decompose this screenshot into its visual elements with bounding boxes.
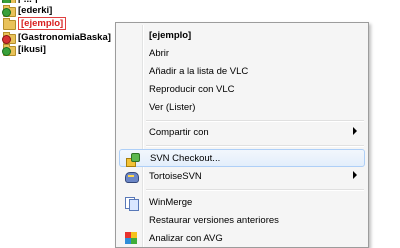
submenu-arrow-icon [353,127,357,135]
menu-item-label: Añadir a la lista de VLC [149,65,249,77]
menu-separator [146,145,364,147]
file-name: [ ... ] [18,0,38,3]
folder-icon [2,17,16,30]
menu-item-label: Reproducir con VLC [149,83,235,95]
menu-item-label: Abrir [149,47,170,59]
menu-item-play-vlc[interactable]: Reproducir con VLC [119,80,365,98]
folder-icon [2,43,16,56]
file-row[interactable]: [GastronomiaBaska] [2,31,111,44]
menu-separator [146,189,364,191]
file-row[interactable]: [ederki] [2,4,53,17]
menu-item-label: WinMerge [149,196,193,208]
menu-item-label: SVN Checkout... [150,152,221,164]
menu-item-tortoisesvn[interactable]: TortoiseSVN [119,167,365,185]
menu-item-label: Analizar con AVG [149,232,223,244]
menu-item-label: Compartir con [149,126,209,138]
file-name: [ikusi] [18,43,46,55]
menu-separator [146,120,364,122]
menu-item-winmerge[interactable]: WinMerge [119,193,365,211]
menu-item-add-vlc-playlist[interactable]: Añadir a la lista de VLC [119,62,365,80]
file-row-selected[interactable]: [ejemplo] [2,16,67,30]
menu-item-share-with[interactable]: Compartir con [119,123,365,141]
menu-item-label: Restaurar versiones anteriores [149,214,279,226]
file-name: [GastronomiaBaska] [18,31,111,43]
folder-icon [2,31,16,44]
file-row-partial[interactable]: [ ... ] [0,0,125,3]
tortoisesvn-icon [124,169,139,183]
file-row[interactable]: [ikusi] [2,43,46,56]
menu-item-restore-previous-versions[interactable]: Restaurar versiones anteriores [119,211,365,229]
avg-icon [124,231,138,245]
menu-item-label: Ver (Lister) [149,101,196,113]
menu-item-scan-avg[interactable]: Analizar con AVG [119,229,365,247]
svn-checkout-icon [125,152,140,167]
menu-item-svn-checkout[interactable]: SVN Checkout... [119,149,365,167]
folder-icon [2,4,16,17]
menu-item-label: TortoiseSVN [149,170,202,182]
file-name: [ejemplo] [18,16,67,30]
winmerge-icon [124,195,139,211]
folder-icon [2,0,16,3]
context-menu: [ejemplo] Abrir Añadir a la lista de VLC… [115,22,369,248]
menu-item-view-lister[interactable]: Ver (Lister) [119,98,365,116]
submenu-arrow-icon [353,171,357,179]
menu-header[interactable]: [ejemplo] [119,26,365,44]
file-name: [ederki] [18,4,53,16]
menu-item-abrir[interactable]: Abrir [119,44,365,62]
menu-header-label: [ejemplo] [149,29,192,41]
